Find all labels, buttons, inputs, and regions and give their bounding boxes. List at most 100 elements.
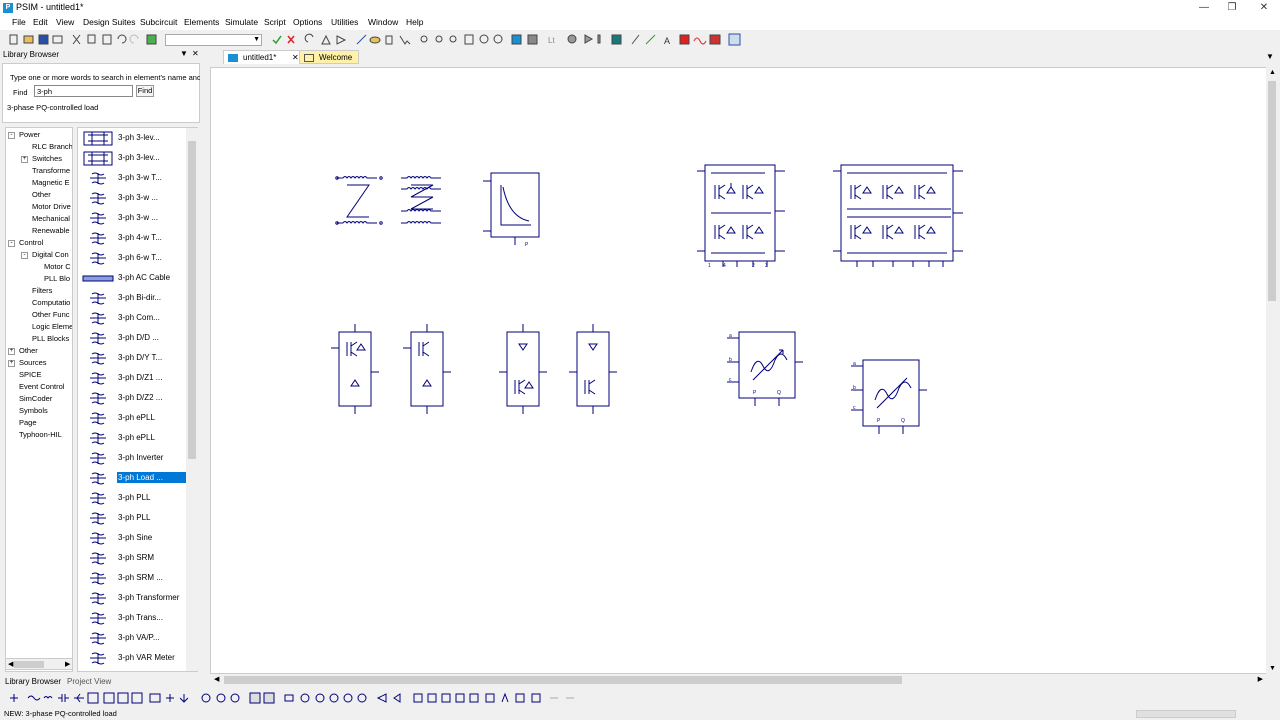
tree-node[interactable]: Sources bbox=[19, 358, 47, 367]
menu-file[interactable]: File bbox=[12, 17, 26, 27]
tree-node[interactable]: Switches bbox=[32, 154, 62, 163]
find-button[interactable]: Find bbox=[136, 85, 154, 97]
menu-elements[interactable]: Elements bbox=[184, 17, 219, 27]
element-list-item[interactable]: 3-ph 3-lev... bbox=[78, 149, 188, 167]
scroll-right-icon[interactable]: ▶ bbox=[65, 660, 70, 668]
element-list-item[interactable]: 3-ph D/Y T... bbox=[78, 349, 188, 367]
element-list-item[interactable]: 3-ph Com... bbox=[78, 309, 188, 327]
tree-node[interactable]: Computatio bbox=[32, 298, 70, 307]
element-list-item[interactable]: 3-ph SRM ... bbox=[78, 569, 188, 587]
element-list-item[interactable]: 3-ph Load ... bbox=[78, 469, 188, 487]
scroll-left-icon[interactable]: ◀ bbox=[8, 660, 13, 668]
toolbar-combo[interactable]: ▼ bbox=[165, 34, 262, 46]
element-list-item[interactable]: 3-ph D/Z2 ... bbox=[78, 389, 188, 407]
tree-node[interactable]: PLL Blo bbox=[44, 274, 70, 283]
menu-options[interactable]: Options bbox=[293, 17, 322, 27]
tree-node[interactable]: RLC Branch bbox=[32, 142, 72, 151]
element-list-item[interactable]: 3-ph 6-w T... bbox=[78, 249, 188, 267]
menu-subcircuit[interactable]: Subcircuit bbox=[140, 17, 177, 27]
schematic-canvas[interactable]: 1 4 2 3 a b c P Q a b c P Q P bbox=[210, 67, 1267, 674]
tab-library-browser[interactable]: Library Browser bbox=[5, 677, 61, 686]
element-list-item[interactable]: 3-ph Sine bbox=[78, 529, 188, 547]
tree-node[interactable]: Mechanical bbox=[32, 214, 70, 223]
element-list-item[interactable]: 3-ph AC Cable bbox=[78, 269, 188, 287]
tree-node[interactable]: Logic Eleme bbox=[32, 322, 72, 331]
collapse-icon[interactable]: - bbox=[21, 252, 28, 259]
element-list-item[interactable]: 3-ph ePLL bbox=[78, 409, 188, 427]
panel-close-icon[interactable]: ✕ bbox=[192, 49, 199, 58]
element-list-item[interactable]: 3-ph 3-w ... bbox=[78, 209, 188, 227]
tree-node[interactable]: Page bbox=[19, 418, 37, 427]
delta-wye-transformer-icon bbox=[82, 351, 114, 366]
menu-edit[interactable]: Edit bbox=[33, 17, 48, 27]
tab-welcome[interactable]: Welcome bbox=[299, 50, 359, 64]
tree-node[interactable]: Symbols bbox=[19, 406, 48, 415]
menu-utilities[interactable]: Utilities bbox=[331, 17, 358, 27]
panel-menu-icon[interactable]: ▼ bbox=[180, 49, 188, 58]
tab-project-view[interactable]: Project View bbox=[67, 677, 111, 686]
element-list-item[interactable]: 3-ph PLL bbox=[78, 509, 188, 527]
tree-node[interactable]: Filters bbox=[32, 286, 52, 295]
element-list-item[interactable]: 3-ph VA/P... bbox=[78, 629, 188, 647]
find-input[interactable] bbox=[34, 85, 133, 97]
menu-help[interactable]: Help bbox=[406, 17, 423, 27]
tree-node[interactable]: Renewable bbox=[32, 226, 70, 235]
close-button[interactable]: ✕ bbox=[1248, 0, 1280, 16]
tree-node[interactable]: Motor C bbox=[44, 262, 71, 271]
tab-close-icon[interactable]: ✕ bbox=[292, 51, 299, 65]
tab-list-dropdown-icon[interactable]: ▼ bbox=[1266, 52, 1274, 61]
tree-node[interactable]: Magnetic E bbox=[32, 178, 70, 187]
scroll-up-icon[interactable]: ▲ bbox=[1269, 69, 1276, 76]
element-list-item[interactable]: 3-ph SRM bbox=[78, 549, 188, 567]
element-list-item[interactable]: 3-ph PLL bbox=[78, 489, 188, 507]
expand-icon[interactable]: + bbox=[8, 348, 15, 355]
menu-window[interactable]: Window bbox=[368, 17, 398, 27]
element-list-scroll-thumb[interactable] bbox=[188, 141, 196, 459]
element-list-item[interactable]: 3-ph Transformer bbox=[78, 589, 188, 607]
scroll-right-icon[interactable]: ▶ bbox=[1258, 675, 1263, 683]
menu-view[interactable]: View bbox=[56, 17, 74, 27]
element-list-item[interactable]: 3-ph 3-w ... bbox=[78, 189, 188, 207]
tab-untitled1[interactable]: untitled1* ✕ bbox=[223, 50, 301, 64]
element-label: 3-ph PLL bbox=[118, 513, 151, 522]
tree-node[interactable]: Power bbox=[19, 130, 40, 139]
element-list-item[interactable]: 3-ph 3-lev... bbox=[78, 129, 188, 147]
menu-simulate[interactable]: Simulate bbox=[225, 17, 258, 27]
element-list-item[interactable]: 3-ph D/D ... bbox=[78, 329, 188, 347]
collapse-icon[interactable]: - bbox=[8, 132, 15, 139]
tree-node[interactable]: Transforme bbox=[32, 166, 70, 175]
expand-icon[interactable]: + bbox=[8, 360, 15, 367]
tree-horizontal-scrollbar[interactable]: ◀ ▶ bbox=[5, 658, 73, 670]
element-list-item[interactable]: 3-ph 3-w T... bbox=[78, 169, 188, 187]
scroll-left-icon[interactable]: ◀ bbox=[214, 675, 219, 683]
tree-node[interactable]: Other Func bbox=[32, 310, 70, 319]
scroll-down-icon[interactable]: ▼ bbox=[1269, 665, 1276, 672]
tree-node[interactable]: Digital Con bbox=[32, 250, 69, 259]
tree-node[interactable]: SPICE bbox=[19, 370, 42, 379]
tree-node[interactable]: Other bbox=[32, 190, 51, 199]
collapse-icon[interactable]: - bbox=[8, 240, 15, 247]
tree-node[interactable]: SimCoder bbox=[19, 394, 52, 403]
element-list-item[interactable]: 3-ph ePLL bbox=[78, 429, 188, 447]
tree-node[interactable]: Control bbox=[19, 238, 43, 247]
canvas-hscroll-thumb[interactable] bbox=[224, 676, 902, 684]
element-list-item[interactable]: 3-ph Inverter bbox=[78, 449, 188, 467]
tree-node[interactable]: Motor Drive bbox=[32, 202, 71, 211]
menu-script[interactable]: Script bbox=[264, 17, 286, 27]
element-list-item[interactable]: 3-ph VAR Meter bbox=[78, 649, 188, 667]
tree-node[interactable]: PLL Blocks bbox=[32, 334, 69, 343]
gain-icon bbox=[376, 693, 387, 703]
canvas-vscroll-thumb[interactable] bbox=[1268, 81, 1276, 301]
menu-design-suites[interactable]: Design Suites bbox=[83, 17, 135, 27]
element-list-item[interactable]: 3-ph Bi-dir... bbox=[78, 289, 188, 307]
tree-node[interactable]: Typhoon-HIL bbox=[19, 430, 62, 439]
element-list-item[interactable]: 3-ph D/Z1 ... bbox=[78, 369, 188, 387]
tree-node[interactable]: Other bbox=[19, 346, 38, 355]
element-list-item[interactable]: 3-ph Trans... bbox=[78, 609, 188, 627]
element-list-item[interactable]: 3-ph 4-w T... bbox=[78, 229, 188, 247]
element-label: 3-ph SRM ... bbox=[118, 573, 163, 582]
tree-scroll-thumb[interactable] bbox=[14, 661, 44, 668]
restore-button[interactable]: ❐ bbox=[1216, 0, 1248, 16]
expand-icon[interactable]: + bbox=[21, 156, 28, 163]
tree-node[interactable]: Event Control bbox=[19, 382, 64, 391]
